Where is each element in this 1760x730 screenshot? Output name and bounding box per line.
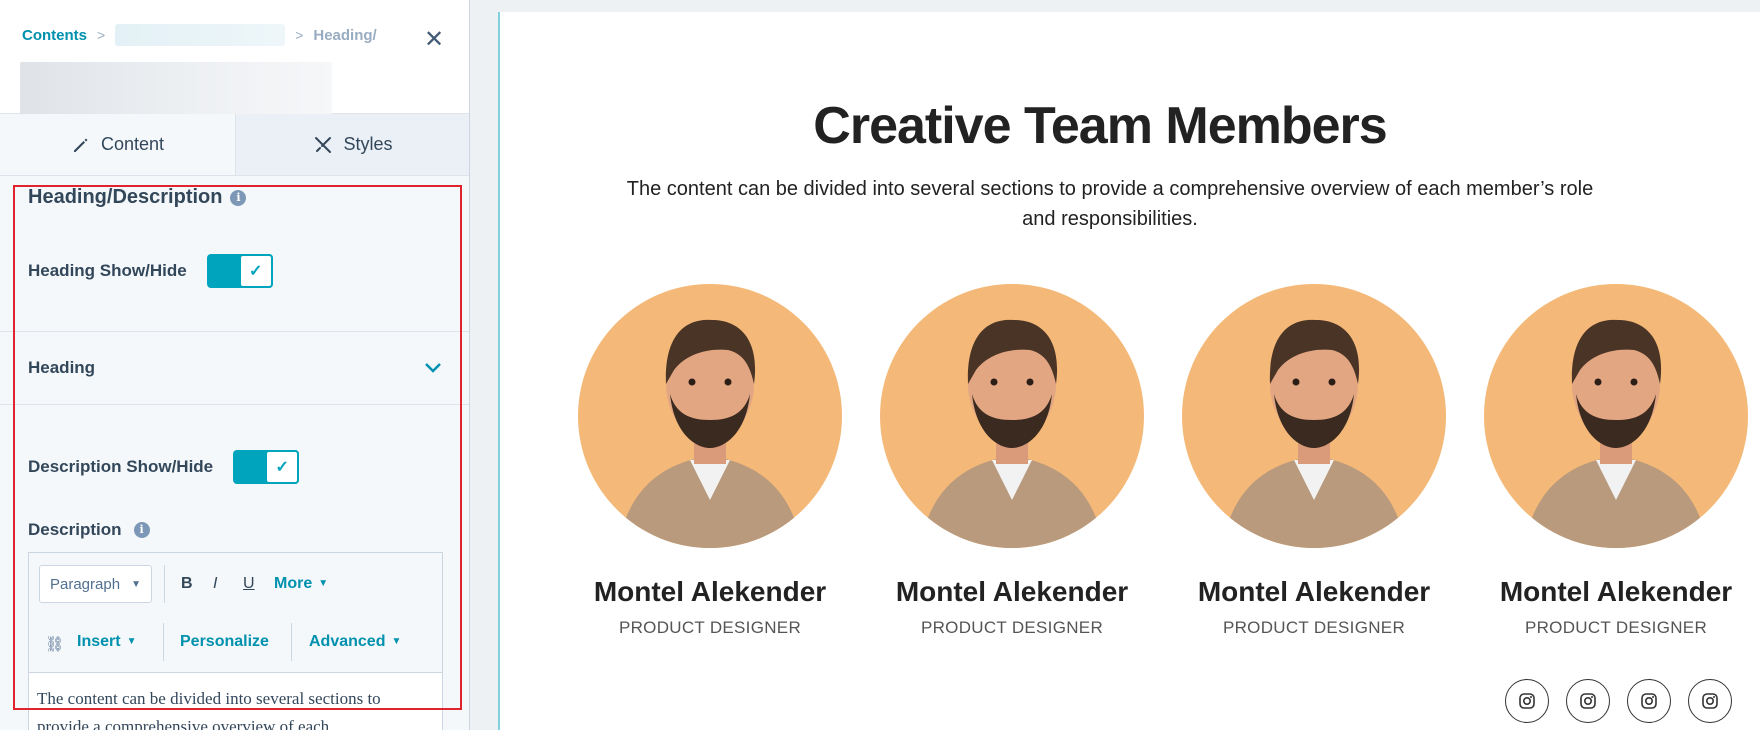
member-role: PRODUCT DESIGNER [618,618,802,637]
insert-label: Insert [77,633,121,650]
rte-toolbar: Paragraph ▼ B I U More ▼ ⛓ Insert ▼ Person… [29,553,442,673]
member-name: Montel Alekender [1197,576,1431,607]
description-toggle-row: Description Show/Hide ✓ [28,450,300,484]
preview-canvas: Creative Team Members The content can be… [498,12,1760,730]
instagram-icon[interactable] [1627,679,1671,723]
team-section-description: The content can be divided into several … [626,178,1594,230]
member-role: PRODUCT DESIGNER [920,618,1104,637]
tab-content-label: Content [100,134,165,154]
breadcrumb-separator: > [295,27,304,43]
team-member-card: Montel Alekender PRODUCT DESIGNER [862,284,1162,638]
module-title-redacted [20,62,332,114]
caret-down-icon: ▼ [391,636,402,648]
sidebar-header: Contents > > Heading/ ✕ [0,0,469,114]
section-title: Heading/Description i [28,186,247,209]
caret-down-icon: ▼ [126,636,137,648]
heading-accordion[interactable]: Heading [0,332,469,404]
caret-down-icon: ▼ [318,578,329,590]
check-icon: ✓ [238,254,273,288]
avatar [880,284,1144,548]
description-toggle-label: Description Show/Hide [28,457,214,476]
breadcrumb-redacted-item[interactable] [115,24,286,46]
heading-accordion-label: Heading [28,358,96,377]
rte-text-line: provide a comprehensive overview of each [37,717,330,730]
editor-sidebar: Contents > > Heading/ ✕ Content Styles H… [0,0,470,730]
breadcrumb-current: Heading/ [313,26,377,44]
editor-tabs: Content Styles [0,114,469,176]
rte-content-area[interactable]: The content can be divided into several … [29,673,442,730]
team-member-card: Montel Alekender PRODUCT DESIGNER [560,284,860,638]
avatar [1484,284,1748,548]
italic-button[interactable]: I [213,575,217,593]
member-name: Montel Alekender [593,576,827,607]
link-icon[interactable]: ⛓ [45,635,64,653]
heading-toggle-label: Heading Show/Hide [28,261,187,280]
toolbar-separator [164,565,165,603]
member-role: PRODUCT DESIGNER [1524,618,1708,637]
instagram-icon[interactable] [1688,679,1732,723]
tab-content[interactable]: Content [0,114,236,175]
underline-button[interactable]: U [243,575,255,593]
rich-text-editor: Paragraph ▼ B I U More ▼ ⛓ Insert ▼ Person… [28,552,443,730]
rte-text-line: The content can be divided into several … [37,689,381,708]
team-member-card: Montel Alekender PRODUCT DESIGNER [1466,284,1760,638]
section-title-text: Heading/Description [28,186,223,208]
brush-icon [315,136,332,153]
instagram-icon[interactable] [1505,679,1549,723]
team-member-card: Montel Alekender PRODUCT DESIGNER [1164,284,1464,638]
heading-toggle[interactable]: ✓ [206,254,273,288]
preview-pane: Creative Team Members The content can be… [470,0,1760,730]
toolbar-separator [163,623,164,661]
check-icon: ✓ [265,450,300,484]
member-name: Montel Alekender [1499,576,1733,607]
heading-toggle-row: Heading Show/Hide ✓ [28,254,273,288]
tab-styles-label: Styles [343,134,393,154]
instagram-icon[interactable] [1566,679,1610,723]
paragraph-format-value: Paragraph [50,575,121,593]
breadcrumb-contents-link[interactable]: Contents [22,27,87,44]
info-icon[interactable]: i [133,522,150,538]
avatar [1182,284,1446,548]
pencil-icon [73,138,88,152]
team-section-title: Creative Team Members [813,97,1387,155]
more-menu-button[interactable]: More ▼ [274,575,328,593]
info-icon[interactable]: i [230,189,247,206]
member-name: Montel Alekender [895,576,1129,607]
personalize-button[interactable]: Personalize [180,633,269,651]
member-role: PRODUCT DESIGNER [1222,618,1406,637]
more-label: More [274,575,313,592]
insert-menu-button[interactable]: Insert ▼ [77,633,136,651]
tab-styles[interactable]: Styles [236,114,469,175]
toolbar-separator [291,623,292,661]
breadcrumb: Contents > > Heading/ [22,24,377,46]
close-icon[interactable]: ✕ [420,26,448,54]
caret-down-icon: ▼ [131,578,141,590]
bold-button[interactable]: B [181,575,193,593]
app-window: Contents > > Heading/ ✕ Content Styles H… [0,0,1760,730]
description-label: Description [28,520,122,539]
chevron-down-icon [424,358,442,379]
divider [0,404,469,405]
advanced-menu-button[interactable]: Advanced ▼ [309,633,401,651]
avatar [578,284,842,548]
description-label-row: Description i [28,520,150,540]
breadcrumb-separator: > [97,27,106,43]
paragraph-format-select[interactable]: Paragraph ▼ [39,565,152,603]
advanced-label: Advanced [309,633,386,650]
description-toggle[interactable]: ✓ [233,450,300,484]
